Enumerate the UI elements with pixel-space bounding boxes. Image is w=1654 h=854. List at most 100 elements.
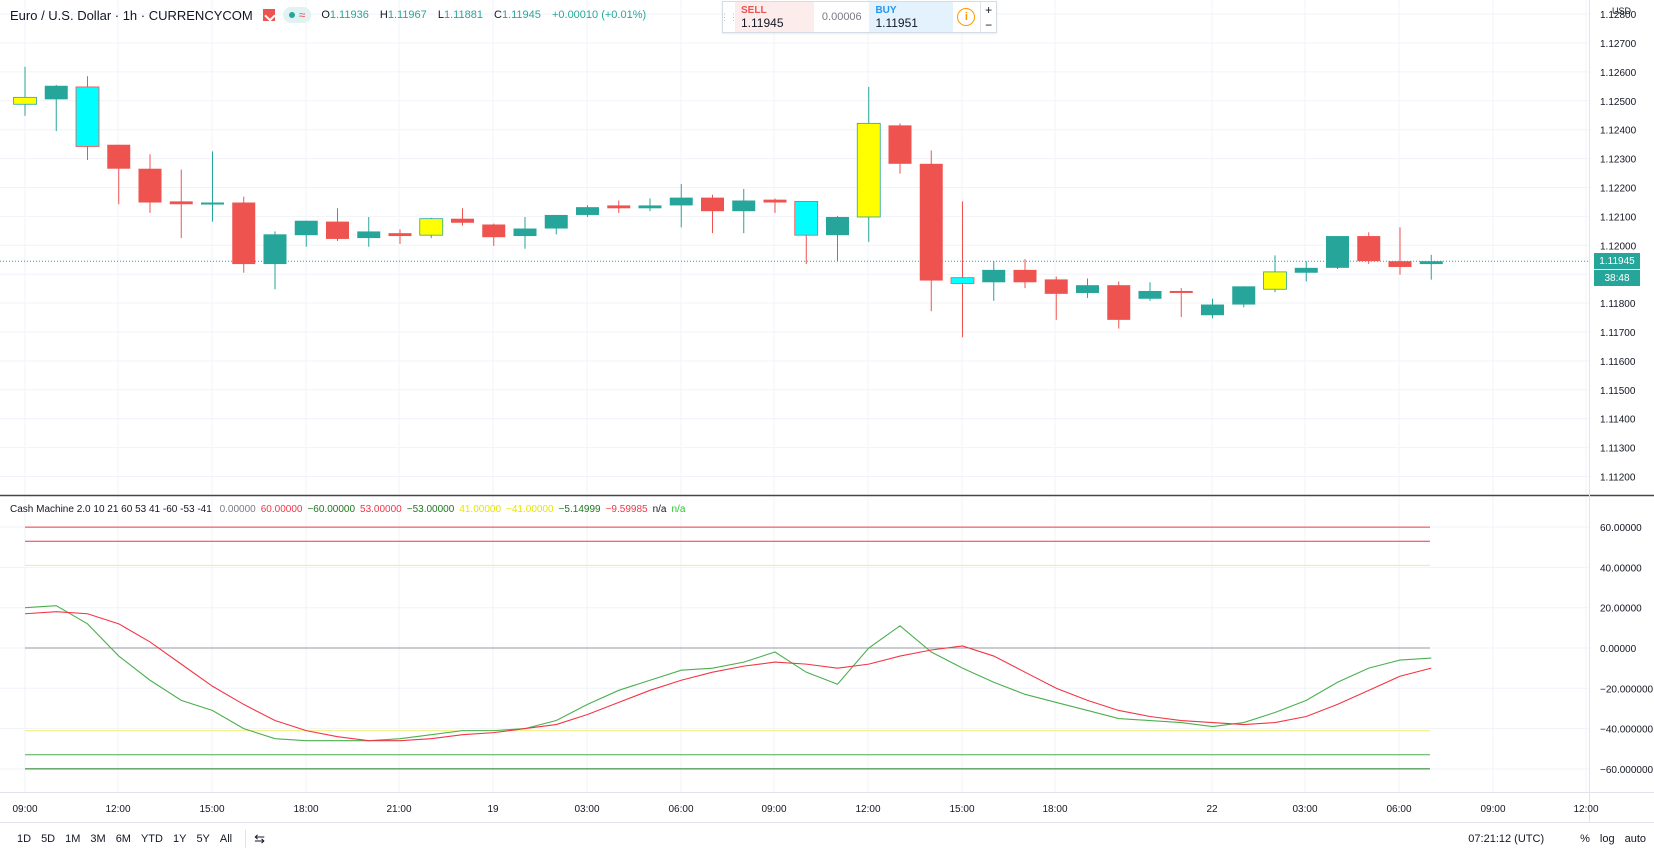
candle[interactable] <box>169 169 193 239</box>
grid <box>0 0 1589 792</box>
candle[interactable] <box>607 200 631 213</box>
candle[interactable] <box>44 84 68 132</box>
candle[interactable] <box>75 76 100 161</box>
candle[interactable] <box>1138 282 1162 301</box>
candle[interactable] <box>794 200 819 265</box>
range-button[interactable]: 1D <box>12 833 36 845</box>
candle-body <box>1294 267 1318 273</box>
candle[interactable] <box>1294 261 1318 282</box>
divider <box>245 829 247 848</box>
candle[interactable] <box>326 208 349 241</box>
candle[interactable] <box>1076 278 1099 298</box>
time-tick-label: 09:00 <box>1480 804 1505 815</box>
price-tick-label: 1.12700 <box>1600 39 1637 50</box>
candle-body <box>950 277 975 284</box>
minus-button[interactable]: − <box>985 18 992 32</box>
auto-toggle[interactable]: auto <box>1625 833 1646 845</box>
candle-body <box>513 228 537 237</box>
range-button[interactable]: 3M <box>85 833 110 845</box>
candle[interactable] <box>201 151 224 222</box>
price-tick-label: 1.12300 <box>1600 155 1637 166</box>
candle[interactable] <box>763 198 787 213</box>
market-status-pill[interactable]: ≈ <box>282 7 312 23</box>
candle[interactable] <box>982 261 1006 301</box>
candle-body <box>1138 290 1162 299</box>
candle[interactable] <box>451 208 474 226</box>
candle[interactable] <box>544 214 568 235</box>
candle[interactable] <box>419 217 444 239</box>
candle[interactable] <box>13 66 37 116</box>
candle-body <box>232 202 256 265</box>
indicator-name[interactable]: Cash Machine 2.0 10 21 60 53 41 -60 -53 … <box>10 504 212 515</box>
candle[interactable] <box>482 223 506 246</box>
candle[interactable] <box>919 150 943 312</box>
candle[interactable] <box>1013 259 1037 289</box>
candle[interactable] <box>263 231 287 290</box>
log-toggle[interactable]: log <box>1600 833 1615 845</box>
candle[interactable] <box>576 205 599 217</box>
candle[interactable] <box>638 198 662 212</box>
candle[interactable] <box>1201 298 1224 319</box>
candle[interactable] <box>1107 281 1131 329</box>
indicator-tick-label: −20.000000 <box>1600 684 1654 695</box>
candle[interactable] <box>1357 232 1381 265</box>
chart-canvas[interactable]: 1.11200 1.11300 1.11400 1.11500 1.11600 1.117… <box>0 0 1654 822</box>
candle[interactable] <box>701 194 724 234</box>
ohlc-close: 1.11945 <box>501 9 541 21</box>
indicator-value: n/a <box>671 504 686 515</box>
current-price-label: 1.11945 <box>1594 253 1640 270</box>
candle[interactable] <box>1326 236 1349 269</box>
candle[interactable] <box>1169 288 1193 317</box>
candle[interactable] <box>138 154 162 213</box>
candle-body <box>1013 269 1037 283</box>
candle-body <box>638 205 662 209</box>
indicator-value: −53.00000 <box>406 504 455 515</box>
range-button[interactable]: 6M <box>111 833 136 845</box>
candle[interactable] <box>232 196 256 273</box>
range-button[interactable]: 1Y <box>168 833 191 845</box>
clock-time[interactable]: 07:21:12 (UTC) <box>1468 833 1544 845</box>
candle[interactable] <box>1044 276 1068 320</box>
range-button[interactable]: 5D <box>36 833 60 845</box>
calendar-goto-icon[interactable]: ⇆ <box>254 831 265 847</box>
sell-button[interactable]: SELL 1.11945 <box>735 2 815 32</box>
indicator-tick-label: 60.00000 <box>1600 523 1642 534</box>
candle[interactable] <box>950 201 975 338</box>
info-button[interactable]: i <box>953 2 981 32</box>
price-tick-label: 1.11800 <box>1600 299 1636 310</box>
price-pane[interactable] <box>0 66 1589 338</box>
sell-price: 1.11945 <box>741 16 784 30</box>
candle[interactable] <box>1232 286 1256 308</box>
time-tick-label: 12:00 <box>855 804 880 815</box>
candle[interactable] <box>669 184 693 228</box>
candle[interactable] <box>732 188 756 234</box>
buy-button[interactable]: BUY 1.11951 <box>869 2 953 32</box>
candle-body <box>576 207 599 215</box>
indicator-legend[interactable]: Cash Machine 2.0 10 21 60 53 41 -60 -53 … <box>10 504 695 515</box>
symbol-title[interactable]: Euro / U.S. Dollar · 1h · CURRENCYCOM <box>10 8 253 23</box>
candle[interactable] <box>388 229 412 244</box>
percent-toggle[interactable]: % <box>1580 833 1590 845</box>
candle[interactable] <box>856 86 881 242</box>
range-button[interactable]: YTD <box>136 833 168 845</box>
price-tick-label: 1.12400 <box>1600 126 1637 137</box>
range-button[interactable]: All <box>215 833 237 845</box>
candle[interactable] <box>513 216 537 249</box>
plus-button[interactable]: + <box>985 3 992 17</box>
candle[interactable] <box>357 216 381 247</box>
candle[interactable] <box>107 144 131 205</box>
market-open-dot-icon <box>288 12 295 18</box>
price-tick-label: 1.12600 <box>1600 68 1637 79</box>
candle-body <box>794 200 819 236</box>
candle-body <box>294 220 318 236</box>
candle[interactable] <box>826 215 849 262</box>
drag-handle-icon[interactable]: ⋮⋮ <box>720 2 738 32</box>
flag-icon[interactable] <box>262 9 275 21</box>
candle[interactable] <box>1419 254 1443 280</box>
indicator-pane[interactable] <box>24 526 1432 770</box>
range-button[interactable]: 5Y <box>191 833 214 845</box>
range-button[interactable]: 1M <box>60 833 85 845</box>
candle[interactable] <box>294 220 318 247</box>
candle[interactable] <box>1388 227 1412 275</box>
candle[interactable] <box>888 123 912 174</box>
